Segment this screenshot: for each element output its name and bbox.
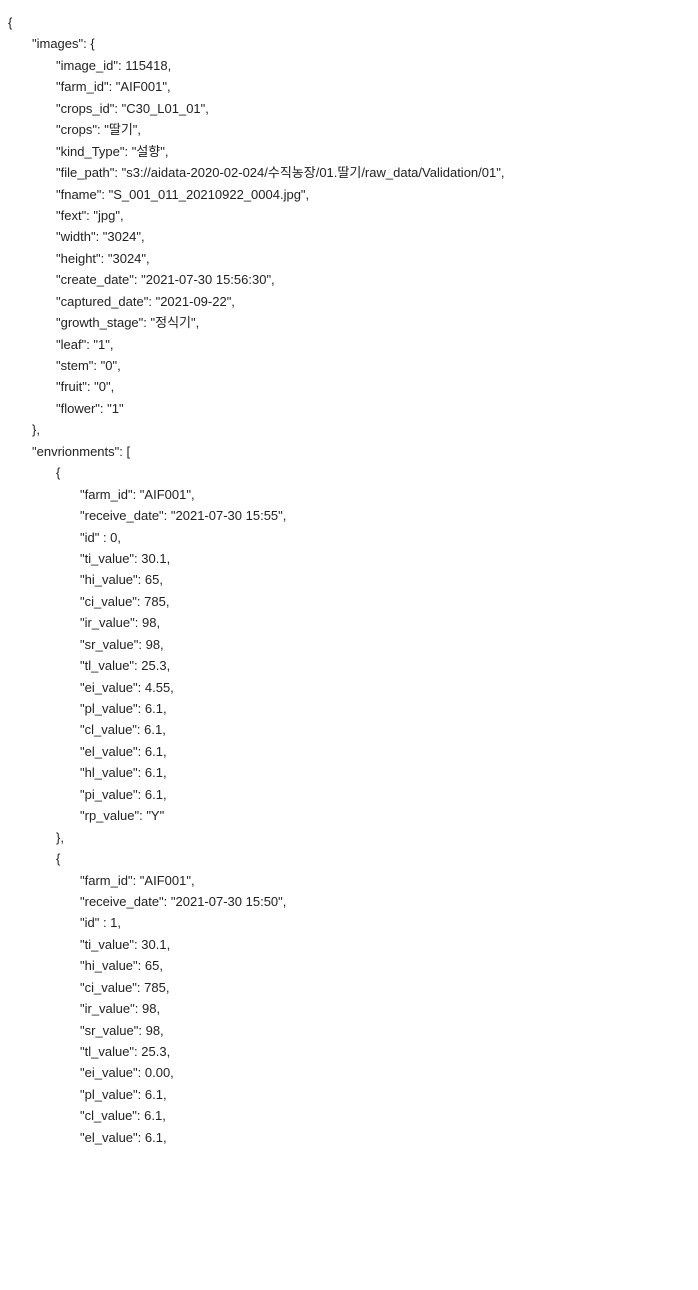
json-line: "receive_date": "2021-07-30 15:50", (8, 891, 690, 912)
json-line: "fext": "jpg", (8, 205, 690, 226)
json-line: "farm_id": "AIF001", (8, 76, 690, 97)
json-line: "flower": "1" (8, 398, 690, 419)
json-line: "tl_value": 25.3, (8, 1041, 690, 1062)
json-line: "kind_Type": "설향", (8, 141, 690, 162)
json-line: "pl_value": 6.1, (8, 698, 690, 719)
json-line: "hl_value": 6.1, (8, 762, 690, 783)
json-line: "ti_value": 30.1, (8, 548, 690, 569)
json-line: "images": { (8, 33, 690, 54)
json-line: { (8, 462, 690, 483)
json-line: }, (8, 827, 690, 848)
json-line: "sr_value": 98, (8, 634, 690, 655)
json-line: "sr_value": 98, (8, 1020, 690, 1041)
json-line: "hi_value": 65, (8, 569, 690, 590)
json-line: "crops": "딸기", (8, 119, 690, 140)
json-line: "el_value": 6.1, (8, 741, 690, 762)
json-line: "farm_id": "AIF001", (8, 870, 690, 891)
json-line: "pl_value": 6.1, (8, 1084, 690, 1105)
json-line: "crops_id": "C30_L01_01", (8, 98, 690, 119)
json-line: "ir_value": 98, (8, 998, 690, 1019)
json-line: "ir_value": 98, (8, 612, 690, 633)
json-line: "width": "3024", (8, 226, 690, 247)
json-line: "rp_value": "Y" (8, 805, 690, 826)
json-line: "receive_date": "2021-07-30 15:55", (8, 505, 690, 526)
json-line: "ei_value": 4.55, (8, 677, 690, 698)
json-line: "envrionments": [ (8, 441, 690, 462)
json-line: "height": "3024", (8, 248, 690, 269)
json-line: "farm_id": "AIF001", (8, 484, 690, 505)
json-line: "ci_value": 785, (8, 591, 690, 612)
json-line: "fname": "S_001_011_20210922_0004.jpg", (8, 184, 690, 205)
json-line: "growth_stage": "정식기", (8, 312, 690, 333)
json-line: "create_date": "2021-07-30 15:56:30", (8, 269, 690, 290)
json-line: "id" : 1, (8, 912, 690, 933)
json-line: "ei_value": 0.00, (8, 1062, 690, 1083)
json-line: "hi_value": 65, (8, 955, 690, 976)
json-line: "pi_value": 6.1, (8, 784, 690, 805)
json-line: "captured_date": "2021-09-22", (8, 291, 690, 312)
json-line: "tl_value": 25.3, (8, 655, 690, 676)
json-line: { (8, 848, 690, 869)
json-line: "cl_value": 6.1, (8, 719, 690, 740)
json-line: "file_path": "s3://aidata-2020-02-024/수직… (8, 162, 690, 183)
json-line: "ti_value": 30.1, (8, 934, 690, 955)
json-line: "el_value": 6.1, (8, 1127, 690, 1148)
json-line: "id" : 0, (8, 527, 690, 548)
json-line: }, (8, 419, 690, 440)
json-line: "leaf": "1", (8, 334, 690, 355)
json-document: { "images": { "image_id": 115418, "farm_… (0, 0, 698, 1160)
json-line: "image_id": 115418, (8, 55, 690, 76)
json-line: "cl_value": 6.1, (8, 1105, 690, 1126)
json-line: "ci_value": 785, (8, 977, 690, 998)
json-line: "stem": "0", (8, 355, 690, 376)
json-line: "fruit": "0", (8, 376, 690, 397)
json-line: { (8, 12, 690, 33)
